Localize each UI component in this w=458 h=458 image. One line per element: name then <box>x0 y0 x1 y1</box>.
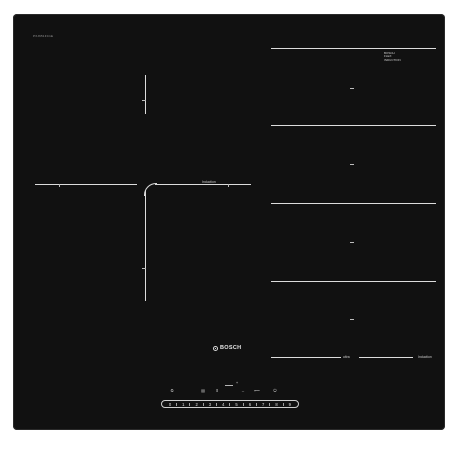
zone-line-vertical-lower <box>145 190 146 301</box>
ultra-label: ultra <box>343 355 350 359</box>
slider-tick <box>202 402 204 406</box>
memory-button[interactable]: ▤ <box>199 389 207 393</box>
timer-button[interactable]: ⏲ <box>168 389 176 393</box>
slider-tick <box>189 402 191 406</box>
flex-zone-divider <box>271 125 436 126</box>
bosch-logo-mark-icon <box>213 345 218 351</box>
flex-zone-divider <box>271 48 436 49</box>
slider-tick <box>242 402 244 406</box>
slider-value[interactable]: 5 <box>233 402 241 407</box>
induction-label: Induction <box>418 355 432 359</box>
slider-value[interactable]: 4 <box>219 402 227 407</box>
slider-value[interactable]: 6 <box>246 402 254 407</box>
power-level-row: 0 1 2 3 4 5 6 7 8 9 <box>166 400 294 408</box>
slider-value[interactable]: 8 <box>273 402 281 407</box>
arrow-icon: ⟵ <box>254 388 260 393</box>
brand-line: INDUCTION <box>384 57 401 62</box>
slider-value[interactable]: 0 <box>166 402 174 407</box>
control-line <box>225 385 233 386</box>
zone-marker <box>350 88 354 89</box>
zone-line-left <box>35 184 137 185</box>
bosch-logo: BOSCH <box>213 345 241 351</box>
power-button[interactable]: ⏻ <box>271 389 279 393</box>
zone-marker <box>228 184 229 187</box>
slider-tick <box>229 402 231 406</box>
zone-line-right <box>155 184 251 185</box>
zone-marker <box>350 242 354 243</box>
slider-tick <box>176 402 178 406</box>
fast-button[interactable]: ⟵ <box>253 389 261 393</box>
brand-badge: BOSCH FLEX INDUCTION <box>384 51 401 62</box>
timer-icon: ⏲ <box>170 388 174 393</box>
power-icon: ⏻ <box>273 388 277 393</box>
slider-value[interactable]: 7 <box>259 402 267 407</box>
flex-zone-bottom-line <box>271 357 341 358</box>
zone-marker <box>142 100 146 101</box>
zone-line-curve <box>144 183 157 196</box>
combi-zone-label: Induction <box>202 180 216 184</box>
flex-zone-divider <box>271 281 436 282</box>
minus-label: – <box>241 388 245 393</box>
zone-marker <box>350 164 354 165</box>
memory-icon: ▤ <box>201 388 205 393</box>
slider-tick <box>282 402 284 406</box>
boost-icon: ⇞ <box>215 388 219 393</box>
slider-tick <box>269 402 271 406</box>
zone-marker <box>350 319 354 320</box>
zone-line-top <box>145 75 146 114</box>
model-code: PXJ651FC1E <box>33 34 54 38</box>
flex-zone-divider <box>271 203 436 204</box>
slider-tick <box>256 402 258 406</box>
slider-tick <box>216 402 218 406</box>
zone-marker <box>142 268 146 269</box>
minus-button[interactable]: – <box>239 389 247 393</box>
boost-button[interactable]: ⇞ <box>213 389 221 393</box>
slider-value[interactable]: 9 <box>286 402 294 407</box>
slider-value[interactable]: 3 <box>206 402 214 407</box>
bosch-logo-text: BOSCH <box>220 345 242 351</box>
plus-button[interactable]: + <box>233 381 241 385</box>
slider-value[interactable]: 2 <box>193 402 201 407</box>
flex-zone-bottom-line <box>359 357 413 358</box>
plus-label: + <box>235 380 239 385</box>
slider-value[interactable]: 1 <box>179 402 187 407</box>
cooktop-surface: PXJ651FC1E Induction BOSCH FLEX INDUCTIO… <box>13 14 445 430</box>
zone-marker <box>59 184 60 187</box>
